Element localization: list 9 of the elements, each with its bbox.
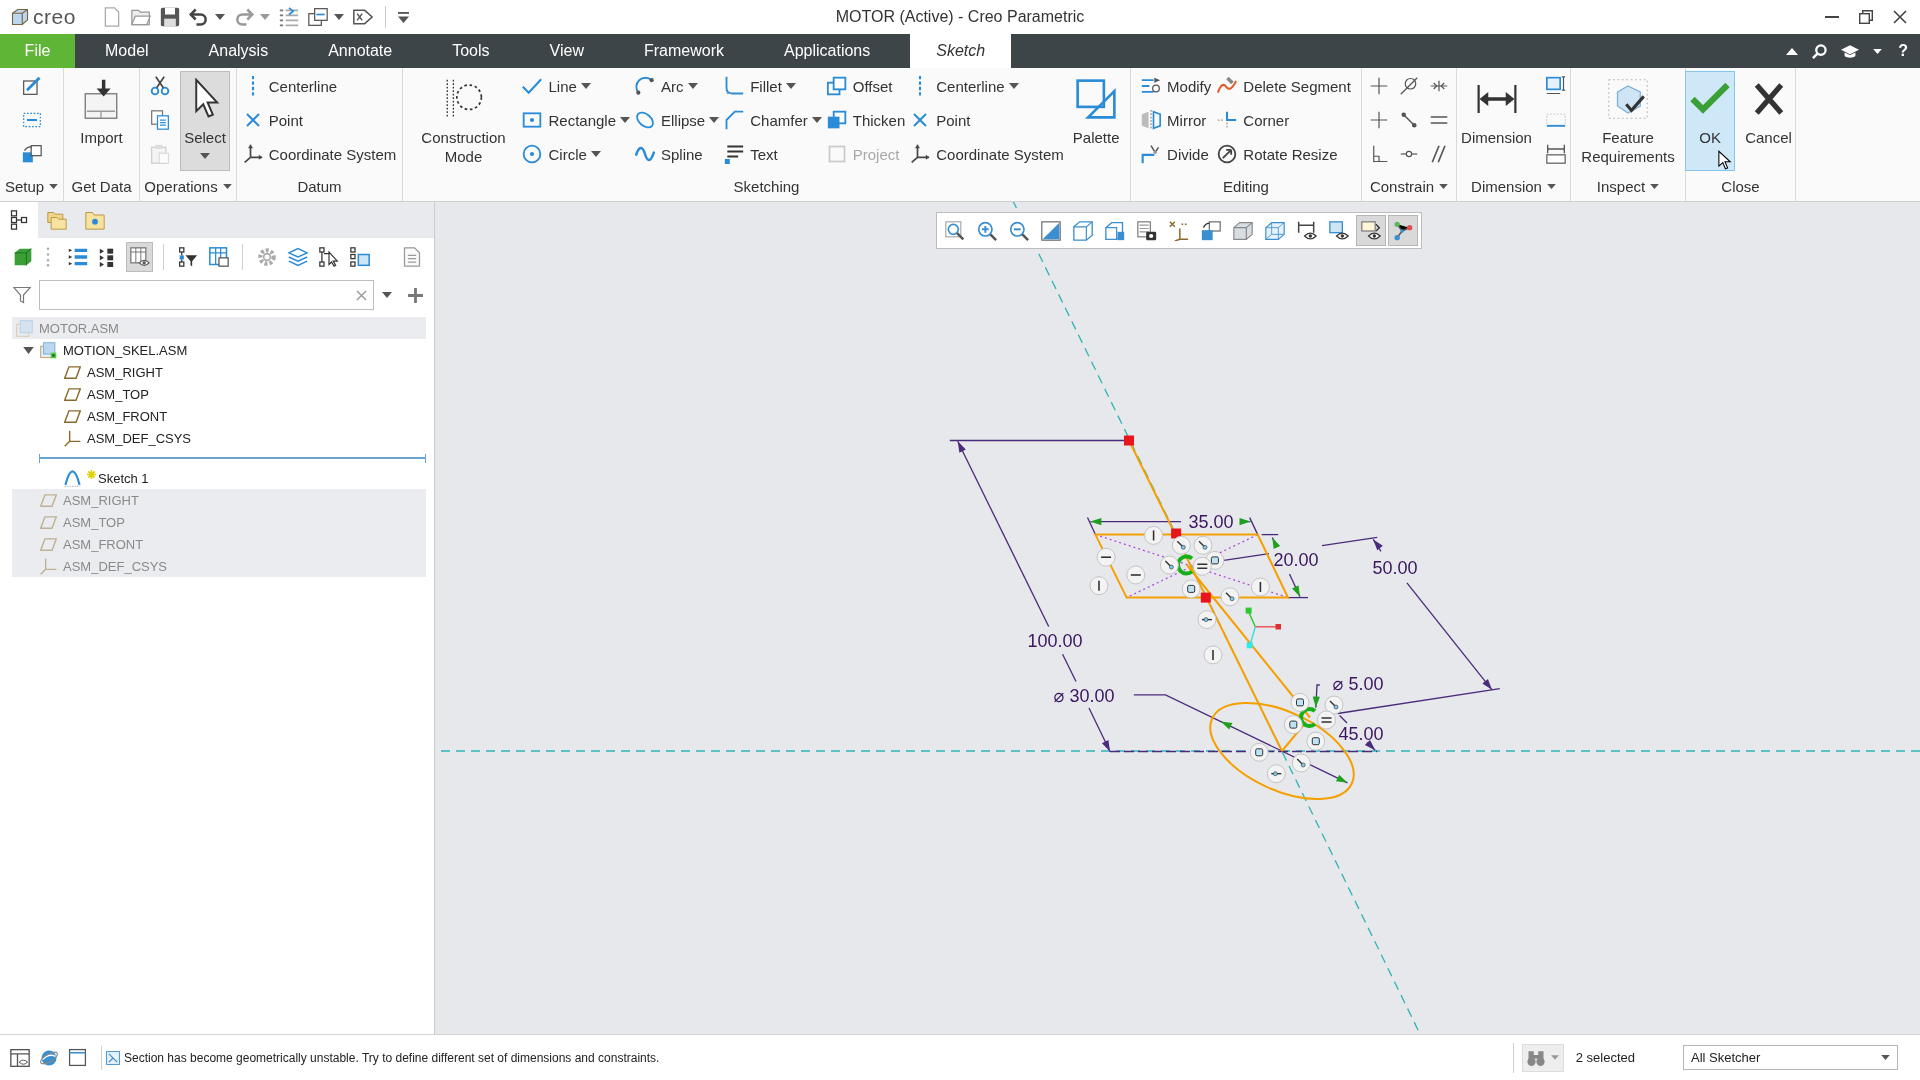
selection-count: 2 selected <box>1575 1050 1635 1065</box>
app-logo: creo <box>33 5 76 29</box>
status-message: Section has become geometrically unstable. Try to define different set of dimensions and constraints. <box>124 1050 661 1065</box>
group-label: Get Data <box>71 178 132 195</box>
group-label: Editing <box>1223 178 1269 195</box>
group-label: Datum <box>297 178 342 195</box>
window-title: MOTOR (Active) - Creo Parametric <box>835 8 1085 26</box>
group-label: Sketching <box>733 178 800 195</box>
group-label: Close <box>1721 178 1760 195</box>
